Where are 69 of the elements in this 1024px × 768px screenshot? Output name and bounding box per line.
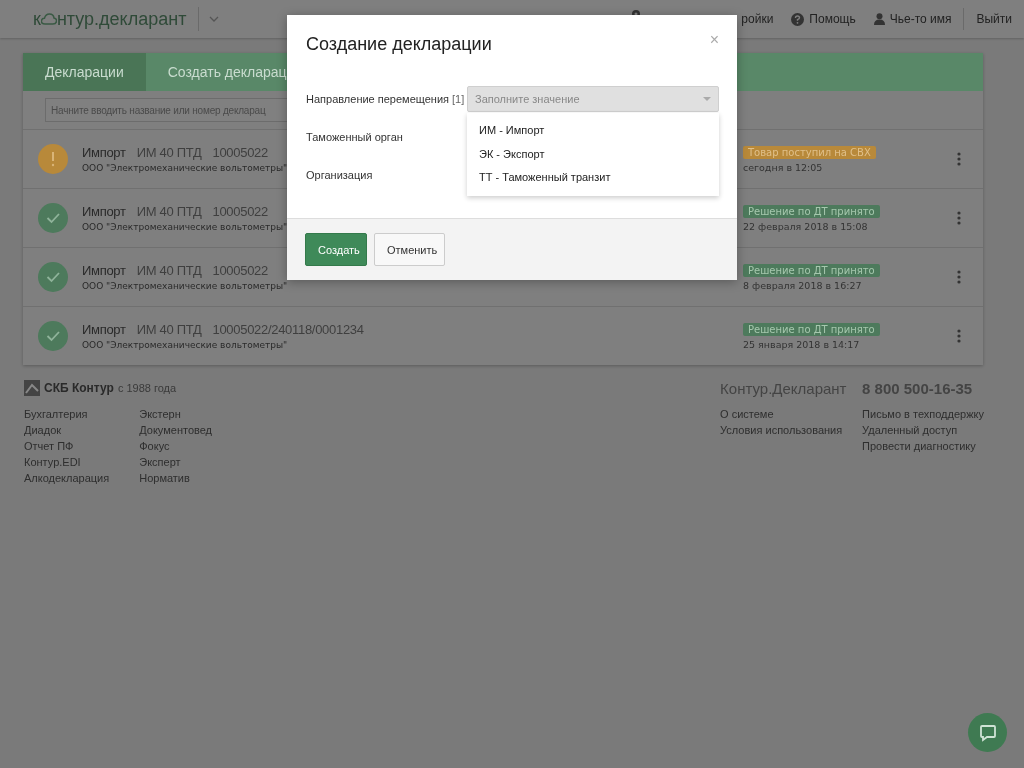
- field-label: Таможенный орган: [306, 131, 404, 143]
- chat-button[interactable]: [968, 713, 1007, 752]
- more-icon[interactable]: [957, 211, 961, 225]
- more-icon[interactable]: [957, 329, 961, 343]
- brand-name: СКБ Контур: [44, 381, 114, 395]
- declaration-number[interactable]: 10005022/240118/0001234: [212, 322, 364, 337]
- cancel-button[interactable]: Отменить: [374, 233, 445, 266]
- status-badge: Решение по ДТ принято: [743, 204, 880, 218]
- footer-link[interactable]: Отчет ПФ: [24, 440, 110, 452]
- logo-icon: [24, 380, 40, 396]
- logout-link[interactable]: Выйти: [976, 12, 1012, 26]
- status-badge: Товар поступил на СВХ: [743, 145, 876, 159]
- settings-link[interactable]: ройки: [741, 12, 774, 26]
- declaration-type: Импорт: [82, 263, 126, 278]
- organization-name: ООО "Электромеханические вольтометры": [82, 163, 289, 173]
- declaration-type: Импорт: [82, 145, 126, 160]
- declaration-number[interactable]: 10005022: [212, 145, 268, 160]
- footer-link[interactable]: Удаленный доступ: [862, 424, 984, 436]
- more-icon[interactable]: [957, 270, 961, 284]
- footer-link[interactable]: Диадок: [24, 424, 110, 436]
- status-date: 8 февраля 2018 в 16:27: [743, 279, 862, 291]
- organization-name: ООО "Электромеханические вольтометры": [82, 340, 289, 350]
- status-date: 22 февраля 2018 в 15:08: [743, 220, 868, 232]
- caret-icon: [703, 97, 711, 101]
- declaration-type: Импорт: [82, 322, 126, 337]
- footer-link[interactable]: О системе: [720, 408, 863, 420]
- footer-link[interactable]: Контур.EDI: [24, 456, 110, 468]
- footer-link[interactable]: Провести диагностику: [862, 440, 984, 452]
- tab[interactable]: Декларации: [23, 53, 146, 91]
- footer-link[interactable]: Экстерн: [139, 408, 213, 420]
- create-button[interactable]: Создать: [305, 233, 367, 266]
- declaration-type: Импорт: [82, 204, 126, 219]
- user-name[interactable]: Чье-то имя: [889, 12, 952, 26]
- dropdown-option[interactable]: ИМ - Импорт: [467, 119, 719, 143]
- dropdown-option[interactable]: ТТ - Таможенный транзит: [467, 166, 719, 190]
- status-date: сегодня в 12:05: [743, 161, 823, 173]
- logo-text: нтур.декларант: [56, 8, 187, 30]
- help-icon: [791, 12, 805, 26]
- footer-link[interactable]: Норматив: [139, 472, 213, 484]
- footer-link[interactable]: Письмо в техподдержку: [862, 408, 984, 420]
- help-link[interactable]: Помощь: [809, 12, 856, 26]
- status-badge: Решение по ДТ принято: [743, 263, 880, 277]
- footer-link[interactable]: Условия использования: [720, 424, 863, 436]
- footer-link[interactable]: Алкодекларация: [24, 472, 110, 484]
- dialog-title: Создание декларации: [306, 34, 492, 55]
- footer-link[interactable]: Документовед: [139, 424, 213, 436]
- close-button[interactable]: ×: [709, 33, 719, 47]
- declaration-code: ИМ 40 ПТД: [136, 322, 202, 337]
- declaration-number[interactable]: 10005022: [212, 263, 268, 278]
- declaration-number[interactable]: 10005022: [212, 204, 268, 219]
- field-hint[interactable]: [1]: [452, 93, 465, 105]
- declaration-code: ИМ 40 ПТД: [136, 145, 202, 160]
- more-icon[interactable]: [957, 152, 961, 166]
- footer-link[interactable]: Бухгалтерия: [24, 408, 110, 420]
- footer-link[interactable]: Фокус: [139, 440, 213, 452]
- organization-name: ООО "Электромеханические вольтометры": [82, 281, 289, 291]
- footer-link[interactable]: Эксперт: [139, 456, 213, 468]
- logo-text: к: [33, 8, 41, 30]
- field-label: Организация: [306, 169, 374, 181]
- declaration-code: ИМ 40 ПТД: [136, 204, 202, 219]
- status-badge: Решение по ДТ принято: [743, 322, 880, 336]
- declaration-code: ИМ 40 ПТД: [136, 263, 202, 278]
- status-date: 25 января 2018 в 14:17: [743, 338, 860, 350]
- cloud-icon: [40, 13, 57, 25]
- chevron-down-icon[interactable]: [209, 16, 220, 22]
- organization-name: ООО "Электромеханические вольтометры": [82, 222, 289, 232]
- user-icon: [873, 13, 885, 25]
- dropdown-option[interactable]: ЭК - Экспорт: [467, 142, 719, 166]
- chat-icon: [978, 723, 997, 742]
